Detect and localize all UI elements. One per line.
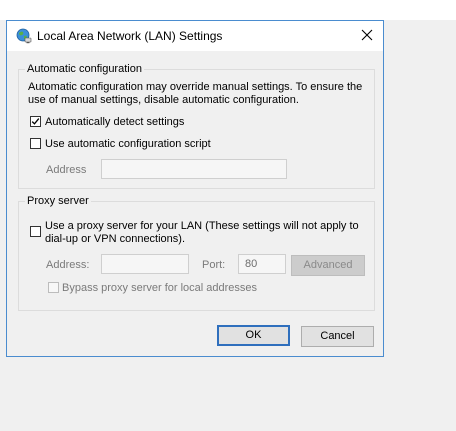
- checkmark-icon: [31, 118, 40, 125]
- network-globe-icon: [16, 28, 32, 44]
- bypass-local-checkbox[interactable]: [48, 282, 59, 293]
- auto-detect-label[interactable]: Automatically detect settings: [45, 116, 184, 129]
- use-proxy-checkbox[interactable]: [30, 226, 41, 237]
- use-proxy-label-line2[interactable]: dial-up or VPN connections).: [45, 233, 185, 246]
- automatic-configuration-legend: Automatic configuration: [25, 62, 144, 76]
- background-strip: [0, 0, 456, 20]
- title-bar[interactable]: Local Area Network (LAN) Settings: [7, 21, 383, 51]
- proxy-port-input[interactable]: 80: [238, 254, 286, 274]
- proxy-server-legend: Proxy server: [25, 194, 91, 208]
- auto-config-script-checkbox[interactable]: [30, 138, 41, 149]
- lan-settings-dialog: Local Area Network (LAN) Settings Automa…: [6, 20, 384, 357]
- auto-config-script-label[interactable]: Use automatic configuration script: [45, 138, 211, 151]
- proxy-port-label: Port:: [202, 259, 226, 271]
- close-button[interactable]: [351, 21, 383, 51]
- advanced-button[interactable]: Advanced: [291, 255, 365, 276]
- close-icon: [361, 29, 373, 44]
- script-address-label: Address: [46, 164, 87, 176]
- proxy-server-group: Proxy server Use a proxy server for your…: [18, 194, 375, 311]
- proxy-address-label: Address:: [46, 259, 90, 271]
- automatic-configuration-description: Automatic configuration may override man…: [28, 81, 363, 106]
- proxy-address-input[interactable]: [101, 254, 189, 274]
- bypass-local-label[interactable]: Bypass proxy server for local addresses: [62, 282, 257, 295]
- auto-detect-checkbox[interactable]: [30, 116, 41, 127]
- use-proxy-label-line1[interactable]: Use a proxy server for your LAN (These s…: [45, 220, 359, 233]
- script-address-input[interactable]: [101, 159, 287, 179]
- cancel-button[interactable]: Cancel: [301, 326, 374, 347]
- ok-button[interactable]: OK: [217, 325, 290, 346]
- dialog-title: Local Area Network (LAN) Settings: [37, 29, 223, 43]
- automatic-configuration-group: Automatic configuration Automatic config…: [18, 62, 375, 189]
